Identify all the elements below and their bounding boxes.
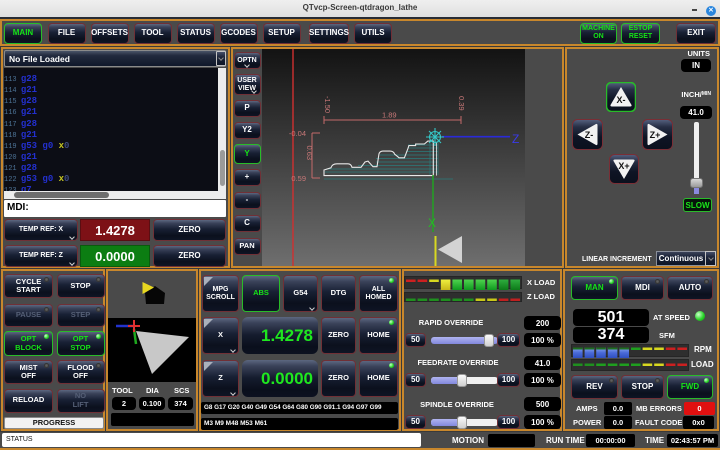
svg-text:Z: Z [512, 132, 519, 146]
svg-text:Z-: Z- [585, 130, 594, 140]
svg-text:X-: X- [617, 95, 626, 105]
svg-text:-0.04: -0.04 [289, 129, 306, 138]
svg-text:-1.50: -1.50 [323, 96, 332, 113]
svg-text:0.63: 0.63 [305, 146, 314, 161]
svg-text:0.59: 0.59 [291, 174, 306, 183]
svg-text:0.39: 0.39 [457, 96, 466, 111]
svg-text:Z+: Z+ [650, 130, 661, 140]
svg-text:X: X [428, 216, 436, 230]
svg-text:1.89: 1.89 [382, 111, 397, 120]
svg-text:X+: X+ [618, 161, 629, 171]
